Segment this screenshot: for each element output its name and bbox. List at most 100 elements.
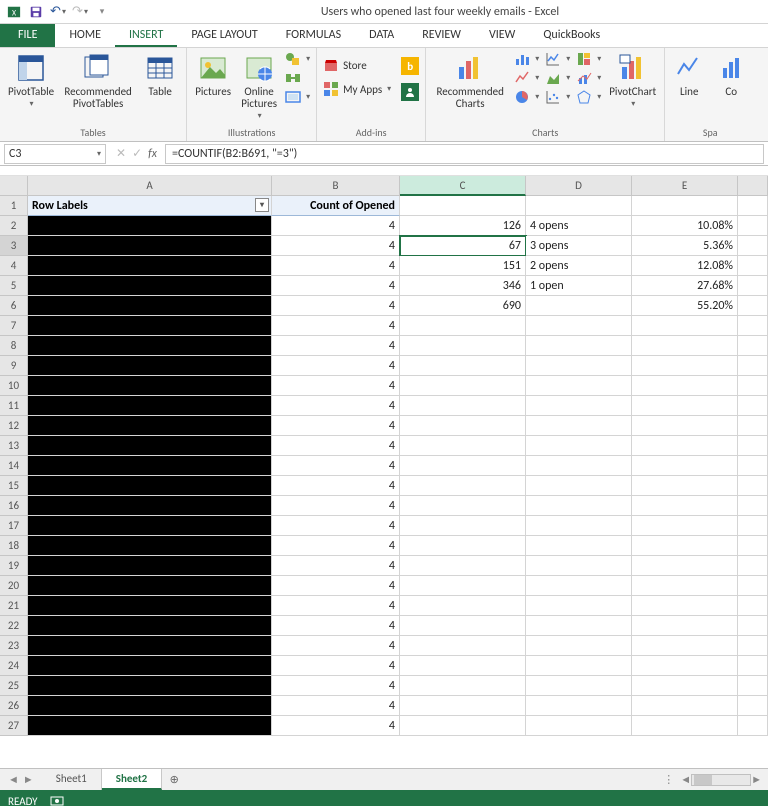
cell[interactable]: 10.08% — [632, 216, 738, 236]
cell[interactable] — [526, 456, 632, 476]
cell[interactable] — [526, 356, 632, 376]
cell[interactable]: 4 — [272, 296, 400, 316]
cell[interactable]: 4 — [272, 396, 400, 416]
cell[interactable] — [738, 716, 768, 736]
cell[interactable] — [738, 596, 768, 616]
cell[interactable] — [738, 676, 768, 696]
cancel-icon[interactable]: ✕ — [116, 146, 126, 161]
cell[interactable] — [526, 676, 632, 696]
tab-home[interactable]: HOME — [55, 24, 115, 47]
cell[interactable] — [738, 336, 768, 356]
cell[interactable] — [632, 556, 738, 576]
sheet-nav[interactable]: ◄ ► — [0, 769, 42, 790]
row-header[interactable]: 23 — [0, 636, 28, 656]
cell[interactable] — [526, 636, 632, 656]
enter-icon[interactable]: ✓ — [132, 146, 142, 161]
cell[interactable] — [632, 496, 738, 516]
cell-redacted[interactable] — [28, 256, 272, 276]
pivottable-button[interactable]: PivotTable▾ — [4, 50, 58, 111]
cell[interactable] — [400, 656, 526, 676]
cell[interactable] — [738, 376, 768, 396]
cell[interactable]: 4 — [272, 416, 400, 436]
tab-data[interactable]: DATA — [355, 24, 408, 47]
cell[interactable]: 4 — [272, 536, 400, 556]
cell[interactable] — [400, 616, 526, 636]
row-header[interactable]: 5 — [0, 276, 28, 296]
cell[interactable]: 4 — [272, 516, 400, 536]
cell[interactable]: 346 — [400, 276, 526, 296]
cell[interactable]: 4 — [272, 676, 400, 696]
cell[interactable]: 4 — [272, 476, 400, 496]
cell[interactable]: 4 — [272, 216, 400, 236]
cell[interactable] — [400, 416, 526, 436]
row-header[interactable]: 17 — [0, 516, 28, 536]
row-header[interactable]: 1 — [0, 196, 28, 216]
cell-redacted[interactable] — [28, 476, 272, 496]
cell[interactable] — [526, 576, 632, 596]
cell[interactable]: 5.36% — [632, 236, 738, 256]
pivotchart-button[interactable]: PivotChart▾ — [605, 50, 660, 111]
cell[interactable] — [632, 696, 738, 716]
cell[interactable]: 4 — [272, 636, 400, 656]
cell[interactable] — [526, 296, 632, 316]
cell[interactable] — [526, 376, 632, 396]
cell[interactable]: 4 — [272, 616, 400, 636]
name-box[interactable]: C3 ▾ — [4, 144, 106, 164]
store-button[interactable]: Store — [321, 56, 393, 74]
cell[interactable]: 4 — [272, 576, 400, 596]
cell[interactable] — [738, 616, 768, 636]
cell[interactable] — [738, 576, 768, 596]
cell[interactable] — [738, 436, 768, 456]
row-header[interactable]: 14 — [0, 456, 28, 476]
cell-header-count[interactable]: Count of Opened — [272, 196, 400, 216]
sheet-prev-icon[interactable]: ◄ — [8, 773, 19, 786]
cell[interactable]: 4 — [272, 696, 400, 716]
row-header[interactable]: 11 — [0, 396, 28, 416]
cell[interactable] — [400, 196, 526, 216]
cell[interactable] — [526, 556, 632, 576]
cell[interactable] — [632, 636, 738, 656]
row-header[interactable]: 4 — [0, 256, 28, 276]
cell-redacted[interactable] — [28, 436, 272, 456]
active-cell[interactable]: 67 — [400, 236, 526, 256]
cell[interactable] — [632, 376, 738, 396]
cell[interactable] — [738, 476, 768, 496]
cell[interactable]: 4 — [272, 656, 400, 676]
cell[interactable]: 4 opens — [526, 216, 632, 236]
smartart-button[interactable] — [283, 69, 312, 87]
cell[interactable] — [632, 616, 738, 636]
cell[interactable] — [526, 316, 632, 336]
column-header-B[interactable]: B — [272, 176, 400, 196]
cell-redacted[interactable] — [28, 416, 272, 436]
cell[interactable]: 126 — [400, 216, 526, 236]
row-header[interactable]: 9 — [0, 356, 28, 376]
cell[interactable] — [738, 496, 768, 516]
cell[interactable] — [400, 496, 526, 516]
recommended-pivottables-button[interactable]: Recommended PivotTables — [60, 50, 136, 112]
combo-chart-button[interactable]: ▾ — [574, 69, 603, 87]
cell[interactable]: 4 — [272, 436, 400, 456]
row-header[interactable]: 10 — [0, 376, 28, 396]
cell-redacted[interactable] — [28, 636, 272, 656]
cell[interactable] — [738, 316, 768, 336]
cell[interactable]: 4 — [272, 356, 400, 376]
cell[interactable] — [738, 556, 768, 576]
cell[interactable]: 1 open — [526, 276, 632, 296]
sparkline-line-button[interactable]: Line — [669, 50, 709, 100]
cell[interactable]: 4 — [272, 336, 400, 356]
cell-redacted[interactable] — [28, 336, 272, 356]
cell[interactable] — [738, 236, 768, 256]
chevron-down-icon[interactable]: ▾ — [97, 149, 101, 159]
column-header-D[interactable]: D — [526, 176, 632, 196]
cell[interactable] — [738, 256, 768, 276]
cell[interactable] — [400, 696, 526, 716]
cell[interactable] — [400, 536, 526, 556]
cell[interactable] — [526, 716, 632, 736]
cell[interactable] — [400, 516, 526, 536]
cell-redacted[interactable] — [28, 596, 272, 616]
cell[interactable] — [526, 516, 632, 536]
cell-redacted[interactable] — [28, 396, 272, 416]
cell[interactable] — [632, 436, 738, 456]
cell[interactable] — [632, 476, 738, 496]
cell[interactable] — [632, 676, 738, 696]
